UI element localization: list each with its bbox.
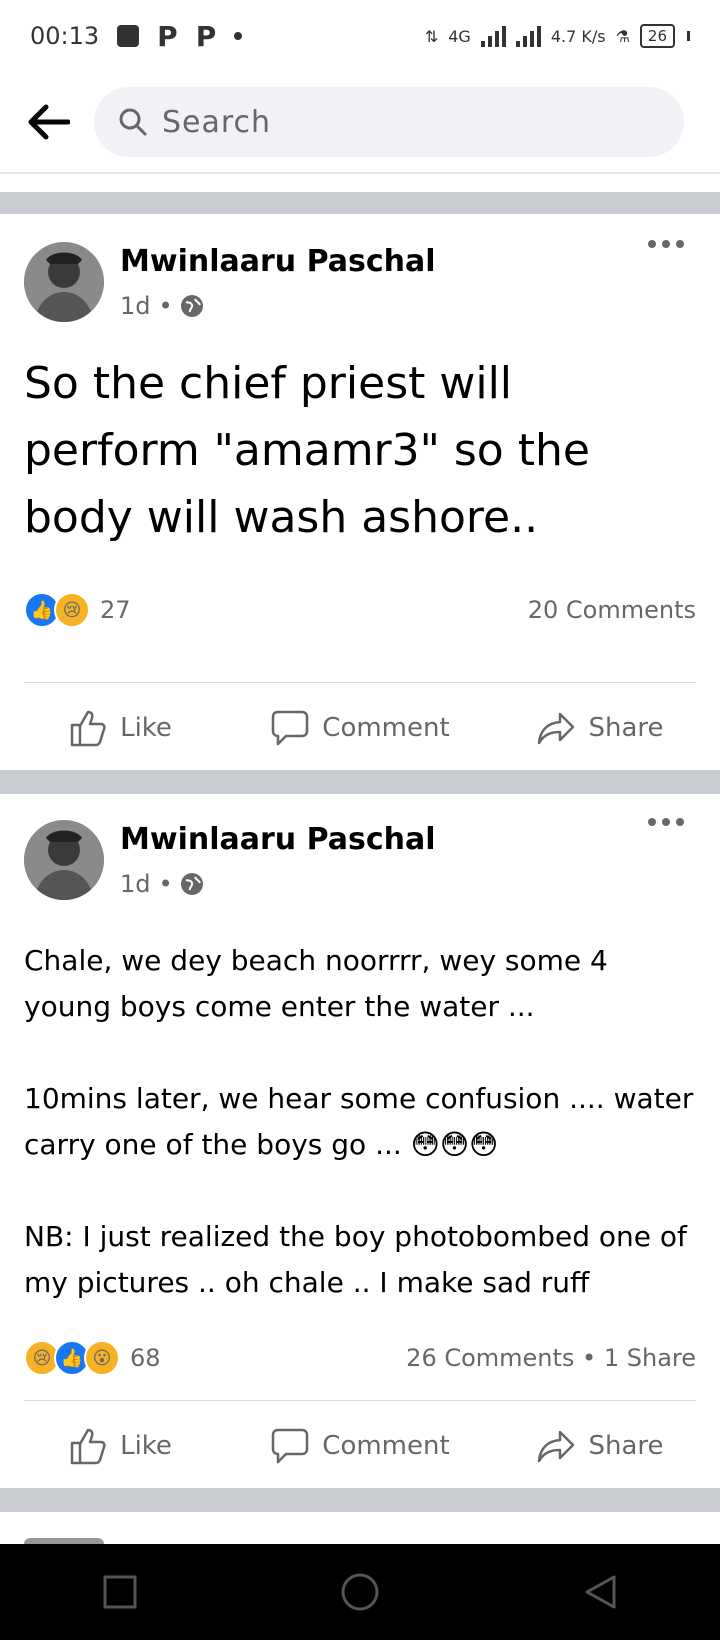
data-transfer-icon: ⇅ (424, 26, 439, 46)
comments-count[interactable]: 20 Comments (528, 596, 696, 624)
search-icon (119, 108, 147, 136)
reactions-summary[interactable]: 😢 👍 😮 68 (24, 1340, 161, 1376)
system-nav-bar (0, 1544, 720, 1640)
triangle-back-icon (585, 1575, 616, 1609)
signal-icon-2 (515, 25, 541, 47)
reaction-count: 68 (130, 1344, 161, 1372)
notification-icon (117, 25, 140, 47)
like-label: Like (120, 713, 172, 743)
feed-divider (0, 192, 720, 214)
battery-tip (687, 31, 690, 41)
feed-divider (0, 770, 720, 794)
p-notification-icon-2: P (195, 19, 217, 53)
post-card: Mwinlaaru Paschal 1d • So the chief prie… (0, 214, 720, 770)
share-button[interactable]: Share (480, 683, 720, 773)
comments-shares-count[interactable]: 26 Comments • 1 Share (406, 1344, 696, 1372)
post-meta: 1d • (120, 870, 203, 898)
comment-button[interactable]: Comment (240, 1401, 480, 1491)
post-card: Mwinlaaru Paschal 1d • Chale, we dey bea… (0, 794, 720, 1488)
network-label: 4G (448, 26, 471, 46)
like-label: Like (120, 1431, 172, 1461)
share-icon (538, 712, 575, 745)
home-button[interactable] (330, 1562, 390, 1622)
post-text: So the chief priest will perform "amamr3… (24, 358, 590, 543)
battery-level: 26 (647, 27, 667, 45)
top-bar: Search (0, 72, 720, 174)
speed-label: 4.7 K/s (550, 26, 606, 46)
globe-icon (180, 295, 203, 317)
status-bar: 00:13 P P ⇅ 4G 4.7 K/s ⚗ 26 (0, 0, 720, 72)
comment-icon (272, 1428, 309, 1464)
author-name[interactable]: Mwinlaaru Paschal (120, 244, 436, 279)
clock: 00:13 (30, 22, 100, 50)
share-label: Share (588, 1431, 664, 1461)
sad-reaction-icon: 😢 (54, 592, 90, 628)
avatar[interactable] (24, 820, 104, 900)
feed-divider (0, 1488, 720, 1512)
thumbs-up-icon (70, 710, 106, 747)
search-input[interactable]: Search (94, 87, 684, 157)
thumbs-up-icon (70, 1428, 106, 1465)
circle-icon (341, 1573, 379, 1611)
share-label: Share (588, 713, 664, 743)
meta-separator: • (158, 870, 173, 898)
comment-icon (272, 710, 309, 746)
reaction-count: 27 (100, 596, 131, 624)
comment-button[interactable]: Comment (240, 683, 480, 773)
author-name[interactable]: Mwinlaaru Paschal (120, 822, 436, 857)
back-arrow-icon[interactable] (24, 98, 72, 146)
like-button[interactable]: Like (0, 683, 240, 773)
post-actions: Like Comment Share (0, 1401, 720, 1491)
search-placeholder: Search (162, 104, 272, 140)
next-post-card (0, 1512, 720, 1544)
share-button[interactable]: Share (480, 1401, 720, 1491)
square-icon (103, 1575, 137, 1609)
post-time[interactable]: 1d (120, 870, 151, 898)
post-text: Chale, we dey beach noorrrr, wey some 4 … (24, 944, 694, 1299)
avatar[interactable] (24, 242, 104, 322)
flask-icon: ⚗ (615, 26, 630, 46)
post-meta: 1d • (120, 292, 203, 320)
signal-icon (480, 25, 506, 47)
comment-label: Comment (322, 713, 450, 743)
comment-label: Comment (322, 1431, 450, 1461)
reactions-summary[interactable]: 👍 😢 27 (24, 592, 131, 628)
like-button[interactable]: Like (0, 1401, 240, 1491)
battery-icon: 26 (639, 24, 675, 48)
share-icon (538, 1430, 575, 1463)
post-time[interactable]: 1d (120, 292, 151, 320)
back-button[interactable] (570, 1562, 630, 1622)
recents-button[interactable] (90, 1562, 150, 1622)
post-actions: Like Comment Share (0, 683, 720, 773)
wow-reaction-icon: 😮 (84, 1340, 120, 1376)
globe-icon (180, 873, 203, 895)
meta-separator: • (158, 292, 173, 320)
more-options-icon[interactable] (648, 818, 684, 826)
more-options-icon[interactable] (648, 240, 684, 248)
p-notification-icon: P (157, 19, 178, 53)
more-notifications-icon (234, 32, 243, 40)
